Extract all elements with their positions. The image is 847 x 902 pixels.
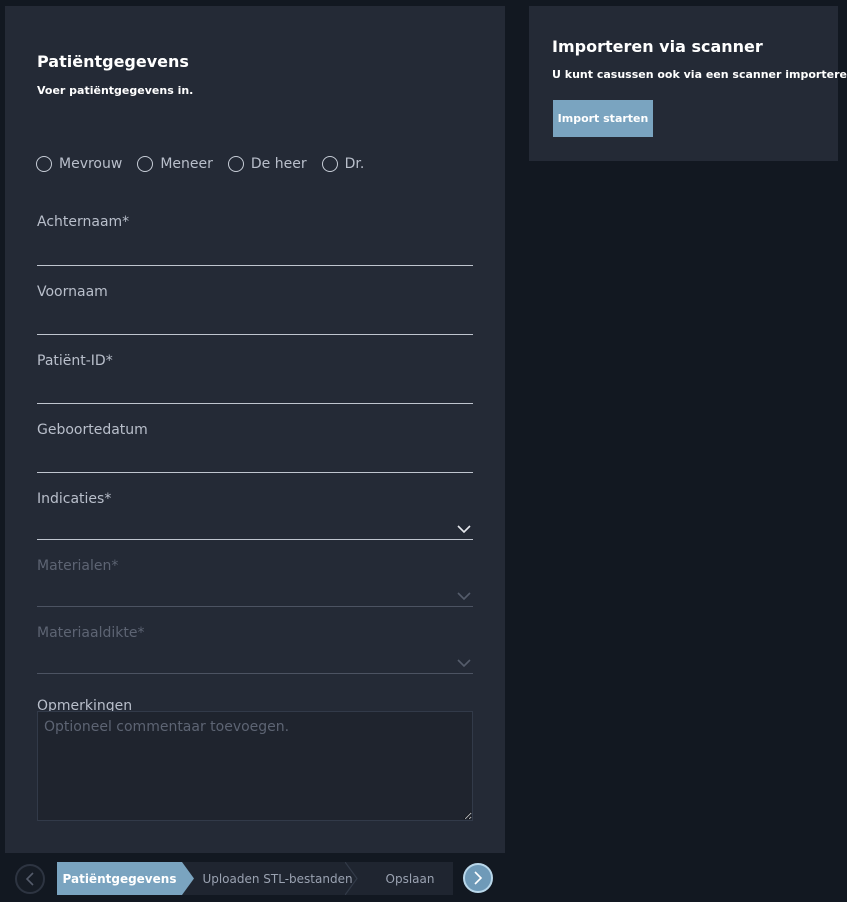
remarks-textarea[interactable] bbox=[37, 711, 473, 821]
previous-step-button[interactable] bbox=[15, 864, 45, 894]
salutation-label: Dr. bbox=[344, 156, 365, 172]
step-label: Uploaden STL-bestanden bbox=[202, 871, 353, 886]
salutation-option-dr[interactable]: Dr. bbox=[321, 156, 365, 172]
step-separator bbox=[345, 862, 358, 895]
chevron-down-icon bbox=[457, 592, 471, 600]
wizard-stepper: Uploaden STL-bestanden Opslaan Patiëntge… bbox=[57, 862, 453, 895]
patient-id-label: Patiënt-ID* bbox=[37, 353, 113, 369]
birthdate-label: Geboortedatum bbox=[37, 422, 148, 438]
step-label: Opslaan bbox=[385, 871, 435, 886]
scanner-description: U kunt casussen ook via een scanner impo… bbox=[552, 68, 847, 81]
step-label: Patiëntgegevens bbox=[62, 871, 177, 886]
indications-select[interactable]: Indicaties* bbox=[37, 491, 473, 540]
import-start-button[interactable]: Import starten bbox=[553, 100, 653, 137]
salutation-radio-group: Mevrouw Meneer De heer Dr. bbox=[36, 155, 379, 173]
patient-id-field[interactable]: Patiënt-ID* bbox=[37, 353, 473, 404]
page: Patiëntgegevens Voer patiëntgegevens in.… bbox=[0, 0, 847, 902]
indications-label: Indicaties* bbox=[37, 491, 112, 507]
chevron-left-icon bbox=[25, 872, 34, 886]
radio-button[interactable] bbox=[321, 156, 338, 172]
material-thickness-label: Materiaaldikte* bbox=[37, 625, 145, 641]
patient-form-panel: Patiëntgegevens Voer patiëntgegevens in.… bbox=[5, 6, 505, 853]
salutation-label: Mevrouw bbox=[59, 156, 123, 172]
salutation-label: De heer bbox=[250, 156, 307, 172]
radio-button[interactable] bbox=[137, 156, 154, 172]
form-title: Patiëntgegevens bbox=[37, 52, 189, 71]
materials-select: Materialen* bbox=[37, 558, 473, 607]
salutation-option-meneer[interactable]: Meneer bbox=[137, 156, 213, 172]
chevron-down-icon bbox=[457, 659, 471, 667]
chevron-right-icon bbox=[474, 871, 483, 885]
form-subtitle: Voer patiëntgegevens in. bbox=[37, 84, 194, 97]
lastname-label: Achternaam* bbox=[37, 214, 130, 230]
salutation-label: Meneer bbox=[160, 156, 213, 172]
materials-label: Materialen* bbox=[37, 558, 119, 574]
material-thickness-select: Materiaaldikte* bbox=[37, 625, 473, 674]
salutation-option-de-heer[interactable]: De heer bbox=[227, 156, 307, 172]
radio-button[interactable] bbox=[227, 156, 244, 172]
next-step-button[interactable] bbox=[463, 863, 493, 893]
salutation-option-mevrouw[interactable]: Mevrouw bbox=[36, 156, 122, 172]
birthdate-field[interactable]: Geboortedatum bbox=[37, 422, 473, 473]
firstname-field[interactable]: Voornaam bbox=[37, 284, 473, 335]
step-patient-data[interactable]: Patiëntgegevens bbox=[57, 862, 194, 895]
chevron-down-icon bbox=[457, 525, 471, 533]
scanner-title: Importeren via scanner bbox=[552, 37, 763, 56]
firstname-label: Voornaam bbox=[37, 284, 108, 300]
scanner-import-card: Importeren via scanner U kunt casussen o… bbox=[529, 6, 847, 161]
step-save[interactable]: Opslaan bbox=[357, 862, 453, 895]
radio-button[interactable] bbox=[36, 156, 52, 172]
lastname-field[interactable]: Achternaam* bbox=[37, 214, 473, 266]
step-upload-stl[interactable]: Uploaden STL-bestanden bbox=[182, 862, 359, 895]
